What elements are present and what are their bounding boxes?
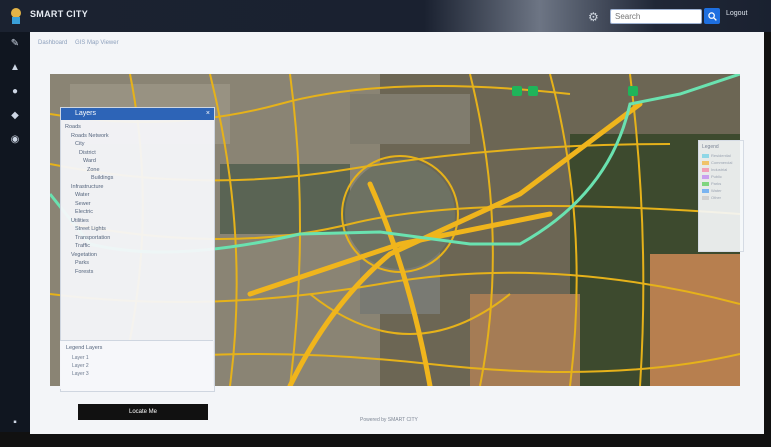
legend-swatch [702,174,709,179]
settings-icon[interactable]: ▪ [9,417,21,429]
search-input[interactable] [610,9,702,24]
legend-label: Other [711,195,722,200]
layer-tree-item[interactable]: Water [61,192,214,201]
legend-row: Parks [699,180,743,187]
layer-tree-item[interactable]: Roads [61,124,214,133]
layer-tree-item[interactable]: City [61,141,214,150]
layer-tree-item[interactable]: Vegetation [61,252,214,261]
screen: SMART CITY ⚙ Logout ✎ ▲ ● ◆ ◉ ▪ Dashboar… [0,0,771,447]
tools-icon[interactable]: ✎ [9,38,21,50]
legend-label: Parks [711,181,722,186]
footer-text: Powered by SMART CITY [360,417,418,423]
layer-tree-item[interactable]: Utilities [61,218,214,227]
layer-tree-item[interactable]: Ward [61,158,214,167]
legend-label: Public [711,174,722,179]
layer-tree-item[interactable]: Traffic [61,243,214,252]
top-bar: SMART CITY ⚙ Logout [0,0,771,32]
search-icon [707,11,717,21]
layers-panel-title: Layers [75,110,97,117]
layer-tree-item[interactable]: Street Lights [61,226,214,235]
close-icon[interactable]: × [206,108,210,120]
bottom-panel-item[interactable]: Layer 3 [60,371,213,379]
breadcrumb-item: GIS Map Viewer [75,40,119,46]
bottom-panel-item[interactable]: Layer 2 [60,363,213,371]
layer-tree: Roads Roads Network City District Ward Z… [61,120,214,277]
legend-row: Residential [699,152,743,159]
legend-swatch [702,188,709,193]
layer-tree-item[interactable]: Zone [61,167,214,176]
main-area: Dashboard GIS Map Viewer Layers × Roads … [30,32,764,434]
legend-label: Industrial [711,167,728,172]
locate-me-button[interactable]: Locate Me [78,404,208,420]
legend-label: Commercial [711,160,733,165]
logout-link[interactable]: Logout [726,10,747,17]
bottom-panel-item[interactable]: Layer 1 [60,355,213,363]
layer-tree-item[interactable]: Forests [61,269,214,278]
layer-tree-item[interactable]: Roads Network [61,133,214,142]
layer-tree-item[interactable]: District [61,150,214,159]
warning-icon[interactable]: ▲ [9,62,21,74]
layer-tree-item[interactable]: Transportation [61,235,214,244]
layers-panel-header: Layers × [61,108,214,120]
layer-tree-item[interactable]: Parks [61,260,214,269]
breadcrumb-item[interactable]: Dashboard [38,40,67,46]
legend-swatch [702,153,709,158]
breadcrumb: Dashboard GIS Map Viewer [38,40,125,46]
sidebar: ✎ ▲ ● ◆ ◉ ▪ [0,32,30,432]
bottom-layers-panel: Legend Layers Layer 1 Layer 2 Layer 3 [60,340,213,389]
legend-row: Other [699,194,743,201]
legend-row: Commercial [699,159,743,166]
legend-row: Water [699,187,743,194]
legend-label: Water [711,188,722,193]
layer-tree-item[interactable]: Sewer [61,201,214,210]
layer-tree-item[interactable]: Buildings [61,175,214,184]
eye-icon[interactable]: ◉ [9,134,21,146]
layer-tree-item[interactable]: Infrastructure [61,184,214,193]
legend-swatch [702,195,709,200]
layer-tree-item[interactable]: Electric [61,209,214,218]
legend-title: Legend [702,144,719,150]
app-title: SMART CITY [30,9,88,19]
legend-panel: Legend Residential Commercial Industrial… [698,140,744,252]
city-logo-icon [11,8,21,24]
gear-icon[interactable]: ⚙ [588,10,602,24]
legend-row: Industrial [699,166,743,173]
search-button[interactable] [704,8,720,24]
legend-label: Residential [711,153,731,158]
bottom-panel-title: Legend Layers [66,345,103,351]
legend-swatch [702,181,709,186]
legend-row: Public [699,173,743,180]
legend-swatch [702,167,709,172]
shield-icon[interactable]: ◆ [9,110,21,122]
legend-swatch [702,160,709,165]
location-icon[interactable]: ● [9,86,21,98]
